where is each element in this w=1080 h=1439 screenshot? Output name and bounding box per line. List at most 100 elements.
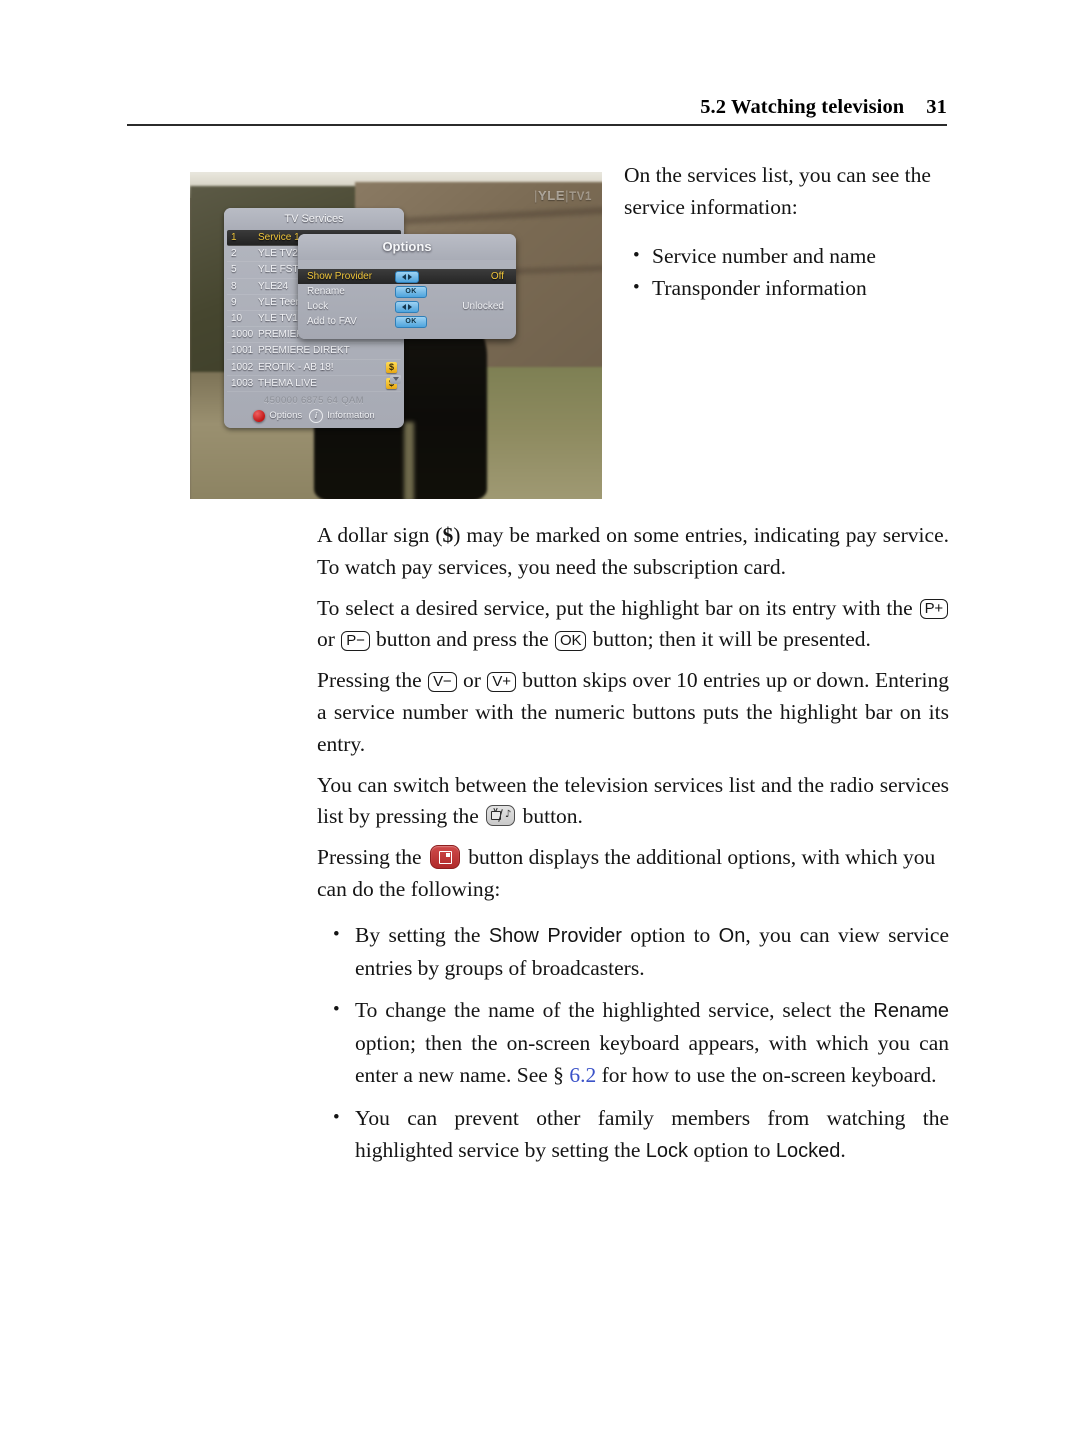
select-part-a: To select a desired service, put the hig… — [317, 595, 919, 620]
option-row-rename[interactable]: Rename OK — [298, 284, 516, 299]
background-leg-gap — [404, 422, 415, 499]
option-control[interactable]: OK — [395, 285, 441, 298]
options-bullet-list: By setting the Show Provider option to O… — [317, 919, 949, 1168]
ok-button-icon[interactable]: OK — [395, 285, 427, 298]
bullet-lock: You can prevent other family members fro… — [317, 1102, 949, 1168]
option-control[interactable] — [395, 270, 441, 283]
tv-services-title: TV Services — [224, 208, 404, 230]
switch-part-a: You can switch between the television se… — [317, 772, 949, 829]
red-options-button-icon — [429, 845, 460, 870]
ui-term-show-provider: Show Provider — [488, 924, 622, 947]
key-p-minus: P− — [341, 630, 370, 651]
bullet-text: To change the name of the highlighted se… — [355, 998, 874, 1023]
option-value: Unlocked — [462, 301, 504, 312]
service-name: Service 1 — [258, 232, 300, 243]
option-label: Rename — [307, 286, 345, 297]
service-number: 1003 — [231, 377, 254, 389]
options-panel-bottom-spacer — [298, 329, 516, 339]
select-part-d: button; then it will be presented. — [587, 627, 871, 652]
ui-term-rename: Rename — [873, 1000, 949, 1023]
paragraph-skip-entries: Pressing the V− or V+ button skips over … — [317, 665, 949, 760]
service-name: EROTIK - AB 18! — [258, 361, 334, 373]
option-row-show-provider[interactable]: Show Provider Off — [298, 269, 516, 284]
option-control[interactable]: OK — [395, 315, 441, 328]
service-row[interactable]: 1002 EROTIK - AB 18! $ — [227, 360, 401, 376]
bullet-text: By setting the — [355, 922, 489, 947]
channel-watermark: |YLE|TV1 — [534, 188, 592, 203]
service-number: 1001 — [231, 345, 254, 357]
dollar-paragraph-part-a: A dollar sign ( — [317, 523, 443, 547]
service-number: 5 — [231, 264, 237, 276]
options-part-a: Pressing the — [317, 845, 427, 870]
bullet-text: option to — [688, 1137, 776, 1162]
tv-services-footer: 450000 6875 64 QAM Options i Information — [224, 392, 404, 428]
service-name: YLE24 — [258, 280, 289, 292]
service-number: 8 — [231, 280, 237, 292]
skip-part-b: or — [457, 668, 487, 693]
service-name: YLE TV2 — [258, 248, 298, 260]
options-glyph-icon — [438, 851, 452, 865]
intro-list-item: Transponder information — [624, 272, 954, 304]
information-icon: i — [309, 408, 324, 423]
bullet-text: option to — [621, 922, 719, 947]
service-number: 2 — [231, 248, 237, 260]
service-number: 1000 — [231, 329, 254, 341]
footer-key-options[interactable]: Options — [253, 409, 303, 422]
page-number: 31 — [926, 96, 947, 118]
option-row-add-to-fav[interactable]: Add to FAV OK — [298, 314, 516, 329]
red-circle-icon — [253, 409, 266, 422]
select-part-b: or — [317, 627, 341, 652]
footer-key-hints: Options i Information — [224, 408, 404, 423]
footer-key-information[interactable]: i Information — [309, 408, 375, 423]
options-panel-spacer — [298, 260, 516, 269]
watermark-channel: TV1 — [569, 191, 592, 203]
watermark-brand: YLE — [538, 188, 566, 203]
option-label: Lock — [307, 301, 329, 312]
header-inner: 5.2 Watching television 31 — [127, 96, 947, 119]
option-row-lock[interactable]: Lock Unlocked — [298, 299, 516, 314]
options-panel-title: Options — [298, 234, 516, 260]
service-row[interactable]: 1001 PREMIERE DIREKT — [227, 343, 401, 360]
watermark-separator-left: | — [534, 188, 539, 203]
option-control[interactable] — [395, 300, 441, 313]
ui-term-lock: Lock — [645, 1139, 689, 1162]
header-rule — [127, 124, 947, 126]
transponder-info: 450000 6875 64 QAM — [263, 394, 365, 406]
service-number: 10 — [231, 312, 243, 324]
service-name: PREMIERE DIREKT — [258, 345, 350, 357]
intro-list-item: Service number and name — [624, 240, 954, 272]
left-right-arrows-icon[interactable] — [395, 270, 419, 283]
option-label: Add to FAV — [307, 316, 357, 327]
scroll-down-arrow-icon[interactable] — [390, 374, 401, 384]
header-section-title: 5.2 Watching television — [700, 96, 905, 118]
intro-lead-text: On the services list, you can see the se… — [624, 163, 931, 219]
service-name: YLE TV1 — [258, 312, 298, 324]
service-number: 9 — [231, 296, 237, 308]
service-number: 1002 — [231, 361, 254, 373]
service-name: THEMA LIVE — [258, 377, 317, 389]
running-header: 5.2 Watching television 31 — [127, 96, 947, 119]
document-page: 5.2 Watching television 31 |YLE|TV1 TV Se… — [0, 0, 1080, 1439]
paragraph-options-button: Pressing the button displays the additio… — [317, 842, 949, 906]
cross-reference-link[interactable]: 6.2 — [569, 1063, 596, 1087]
key-v-plus: V+ — [487, 671, 516, 692]
body-copy: A dollar sign ($) may be marked on some … — [317, 520, 949, 1178]
service-row[interactable]: 1003 THEMA LIVE $ — [227, 376, 401, 392]
tv-radio-toggle-icon: ♪ — [486, 805, 516, 827]
skip-part-a: Pressing the — [317, 668, 428, 693]
intro-bullet-list: Service number and name Transponder info… — [624, 240, 954, 304]
key-v-minus: V− — [428, 671, 457, 692]
service-number: 1 — [231, 232, 237, 243]
ui-term-locked: Locked — [775, 1139, 841, 1162]
pay-service-badge-icon: $ — [386, 361, 397, 373]
ui-term-on: On — [718, 924, 746, 947]
select-part-c: button and press the — [370, 627, 554, 652]
option-value: Off — [490, 271, 504, 282]
intro-column: On the services list, you can see the se… — [624, 160, 954, 304]
left-right-arrows-icon[interactable] — [395, 300, 419, 313]
options-panel: Options Show Provider Off Rename OK Lock — [298, 234, 516, 339]
footer-key-options-label: Options — [269, 410, 303, 422]
tv-screenshot-figure: |YLE|TV1 TV Services 1 Service 1 2 YLE T… — [190, 172, 602, 499]
option-label: Show Provider — [307, 271, 373, 282]
ok-button-icon[interactable]: OK — [395, 315, 427, 328]
